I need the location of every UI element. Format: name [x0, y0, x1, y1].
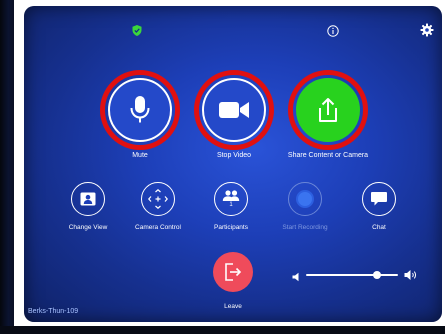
start-recording-label: Start Recording: [282, 224, 328, 231]
start-recording-button[interactable]: [288, 182, 322, 216]
frame-edge-bottom: [0, 326, 445, 334]
change-view-label: Change View: [68, 224, 108, 231]
video-camera-icon: [219, 102, 249, 118]
settings-button[interactable]: [420, 23, 434, 37]
leave-label: Leave: [224, 303, 242, 310]
stop-video-button[interactable]: [202, 78, 266, 142]
share-upload-icon: [319, 98, 337, 122]
participants-button[interactable]: 1: [214, 182, 248, 216]
participants-label: Participants: [214, 224, 248, 231]
shield-check-icon: [130, 25, 144, 40]
mute-button[interactable]: [108, 78, 172, 142]
frame-edge-left: [0, 0, 14, 334]
chat-label: Chat: [372, 224, 386, 231]
volume-slider-knob[interactable]: [372, 271, 381, 279]
chat-button[interactable]: [362, 182, 396, 216]
share-content-label: Share Content or Camera: [287, 152, 369, 159]
video-highlight-ring: [194, 70, 274, 150]
microphone-icon: [130, 96, 150, 123]
change-view-button[interactable]: [71, 182, 105, 216]
info-button[interactable]: [327, 24, 339, 37]
participants-icon: [222, 189, 240, 201]
speaker-low-icon: [292, 269, 302, 282]
record-icon: [296, 190, 314, 208]
room-name: Berks-Thun-109: [28, 308, 79, 315]
gear-icon: [420, 23, 434, 37]
gallery-view-icon: [80, 192, 96, 206]
camera-control-label: Camera Control: [135, 224, 181, 231]
speaker-high-icon: [404, 268, 418, 280]
chat-bubble-icon: [371, 192, 387, 206]
camera-control-button[interactable]: [141, 182, 175, 216]
leave-button[interactable]: [213, 252, 253, 292]
share-content-button[interactable]: [296, 78, 360, 142]
tablet-frame: Mute Stop Video Share Content or Camera: [0, 0, 445, 334]
share-highlight-ring: [288, 70, 368, 150]
zoom-room-controller-screen: Mute Stop Video Share Content or Camera: [24, 6, 442, 322]
info-icon: [327, 25, 339, 37]
leave-icon: [225, 263, 242, 281]
mute-highlight-ring: [100, 70, 180, 150]
participants-count: 1: [229, 201, 233, 208]
volume-slider[interactable]: [306, 271, 398, 279]
camera-control-icon: [148, 189, 168, 209]
